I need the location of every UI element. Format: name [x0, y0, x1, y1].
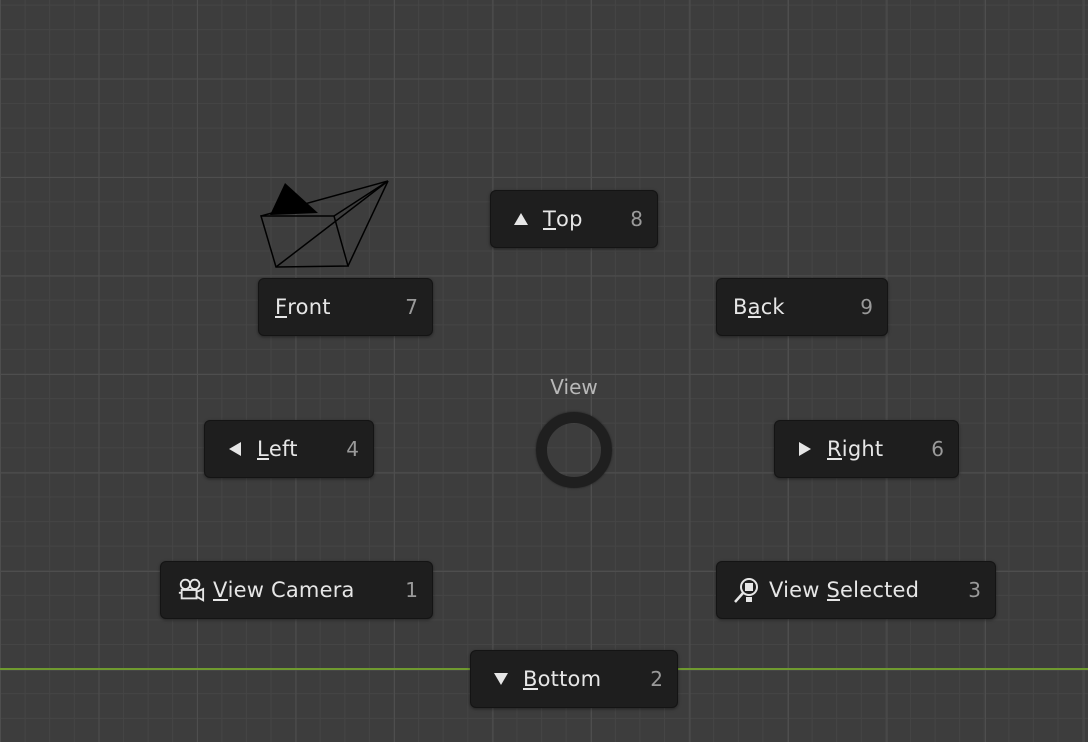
pie-top-shortcut: 8: [630, 207, 643, 231]
pie-front-shortcut: 7: [405, 295, 418, 319]
pie-top-button[interactable]: Top 8: [490, 190, 658, 248]
pie-back-label: Back: [733, 295, 785, 319]
pie-view-selected-button[interactable]: View Selected 3: [716, 561, 996, 619]
pie-view-selected-label: View Selected: [769, 578, 920, 602]
pie-front-button[interactable]: Front 7: [258, 278, 433, 336]
pie-bottom-label: Bottom: [523, 667, 602, 691]
pie-left-button[interactable]: Left 4: [204, 420, 374, 478]
pie-view-camera-button[interactable]: View Camera 1: [160, 561, 433, 619]
pie-back-button[interactable]: Back 9: [716, 278, 888, 336]
pie-front-label: Front: [275, 295, 331, 319]
pie-view-camera-shortcut: 1: [405, 578, 418, 602]
pie-left-label: Left: [257, 437, 298, 461]
triangle-up-icon: [507, 205, 535, 233]
pie-right-button[interactable]: Right 6: [774, 420, 959, 478]
pie-right-label: Right: [827, 437, 884, 461]
pie-back-shortcut: 9: [860, 295, 873, 319]
pie-left-shortcut: 4: [346, 437, 359, 461]
pie-menu-title: View: [550, 375, 598, 399]
triangle-left-icon: [221, 435, 249, 463]
pie-top-label: Top: [543, 207, 583, 231]
scene-camera-object[interactable]: [256, 178, 396, 274]
zoom-selected-icon: [733, 576, 761, 604]
pie-view-camera-label: View Camera: [213, 578, 355, 602]
camera-icon: [177, 576, 205, 604]
pie-center-ring: [536, 412, 612, 488]
pie-bottom-shortcut: 2: [650, 667, 663, 691]
pie-right-shortcut: 6: [931, 437, 944, 461]
triangle-down-icon: [487, 665, 515, 693]
triangle-right-icon: [791, 435, 819, 463]
pie-bottom-button[interactable]: Bottom 2: [470, 650, 678, 708]
3d-viewport[interactable]: Top 8 Front 7 Back 9 View Left 4 Right 6: [0, 0, 1088, 742]
pie-view-selected-shortcut: 3: [968, 578, 981, 602]
